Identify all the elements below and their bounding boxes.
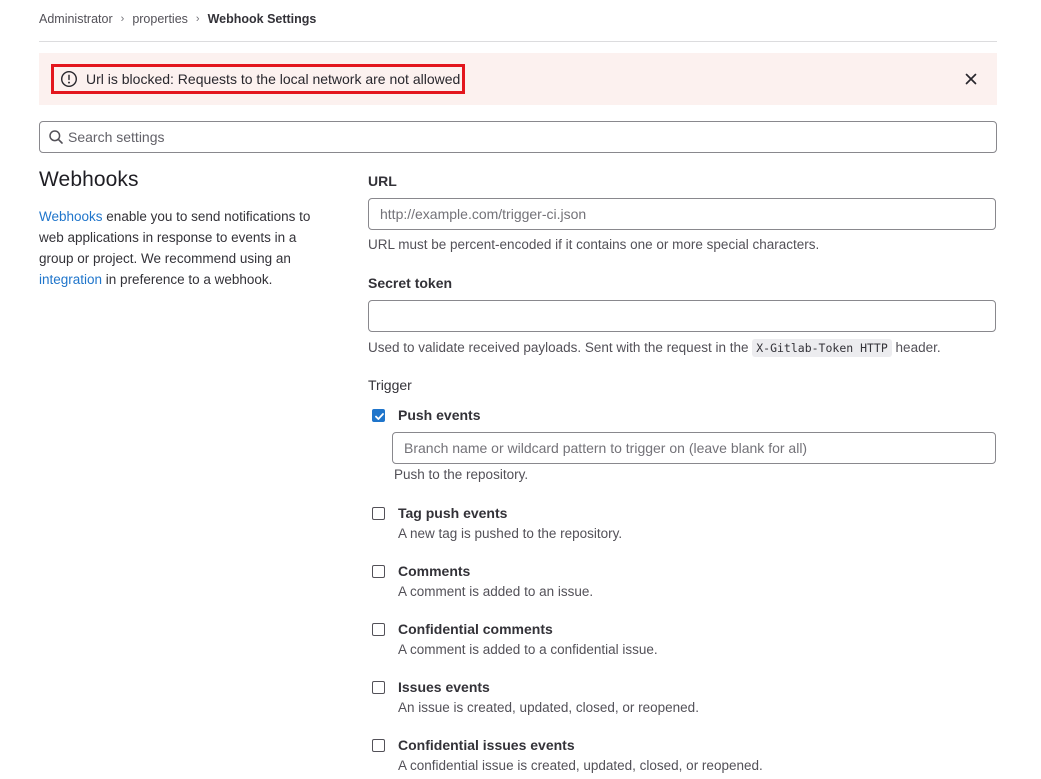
alert-highlight-box: Url is blocked: Requests to the local ne… [51,64,465,94]
tag-push-events-label[interactable]: Tag push events [398,505,507,521]
breadcrumb-item-properties[interactable]: properties [132,12,188,26]
trigger-label: Trigger [368,377,412,393]
push-events-label[interactable]: Push events [398,407,480,423]
breadcrumb-item-current[interactable]: Webhook Settings [208,12,317,26]
chevron-right-icon: › [120,13,125,25]
comments-description: A comment is added to an issue. [398,584,594,599]
help-text: Used to validate received payloads. Sent… [368,340,753,355]
secret-token-input[interactable] [368,300,996,332]
error-circle-icon [60,70,78,88]
issues-events-checkbox[interactable] [372,681,385,694]
secret-token-help-text: Used to validate received payloads. Sent… [368,339,941,357]
confidential-comments-label[interactable]: Confidential comments [398,621,553,637]
confidential-issues-events-label[interactable]: Confidential issues events [398,737,575,753]
integration-link[interactable]: integration [39,272,102,287]
tag-push-events-description: A new tag is pushed to the repository. [398,526,623,541]
error-alert: Url is blocked: Requests to the local ne… [39,53,997,105]
search-icon [48,129,64,145]
divider [39,41,997,42]
webhooks-link[interactable]: Webhooks [39,209,103,224]
search-input[interactable] [68,129,968,145]
section-title: Webhooks [39,168,139,191]
breadcrumb-item-administrator[interactable]: Administrator [39,12,113,26]
tag-push-events-checkbox[interactable] [372,507,385,520]
comments-checkbox[interactable] [372,565,385,578]
chevron-right-icon: › [195,13,200,25]
url-label: URL [368,173,397,189]
help-text: header. [891,340,941,355]
push-events-description: Push to the repository. [394,467,529,482]
confidential-comments-checkbox[interactable] [372,623,385,636]
push-events-checkbox[interactable] [372,409,385,422]
alert-message: Url is blocked: Requests to the local ne… [86,71,461,87]
issues-events-label[interactable]: Issues events [398,679,490,695]
comments-label[interactable]: Comments [398,563,470,579]
confidential-comments-description: A comment is added to a confidential iss… [398,642,658,657]
confidential-issues-events-checkbox[interactable] [372,739,385,752]
close-icon[interactable] [963,71,979,87]
secret-token-label: Secret token [368,275,453,291]
search-settings [39,121,997,153]
description-text: in preference to a webhook. [102,272,273,287]
url-help-text: URL must be percent-encoded if it contai… [368,237,820,252]
section-intro: Webhooks Webhooks enable you to send not… [39,168,334,290]
branch-filter-input[interactable] [392,432,996,464]
confidential-issues-events-description: A confidential issue is created, updated… [398,758,763,773]
url-input[interactable] [368,198,996,230]
section-description: Webhooks enable you to send notification… [39,206,334,290]
issues-events-description: An issue is created, updated, closed, or… [398,700,699,715]
breadcrumb: Administrator › properties › Webhook Set… [39,11,316,27]
header-code: X-Gitlab-Token HTTP [752,339,892,357]
